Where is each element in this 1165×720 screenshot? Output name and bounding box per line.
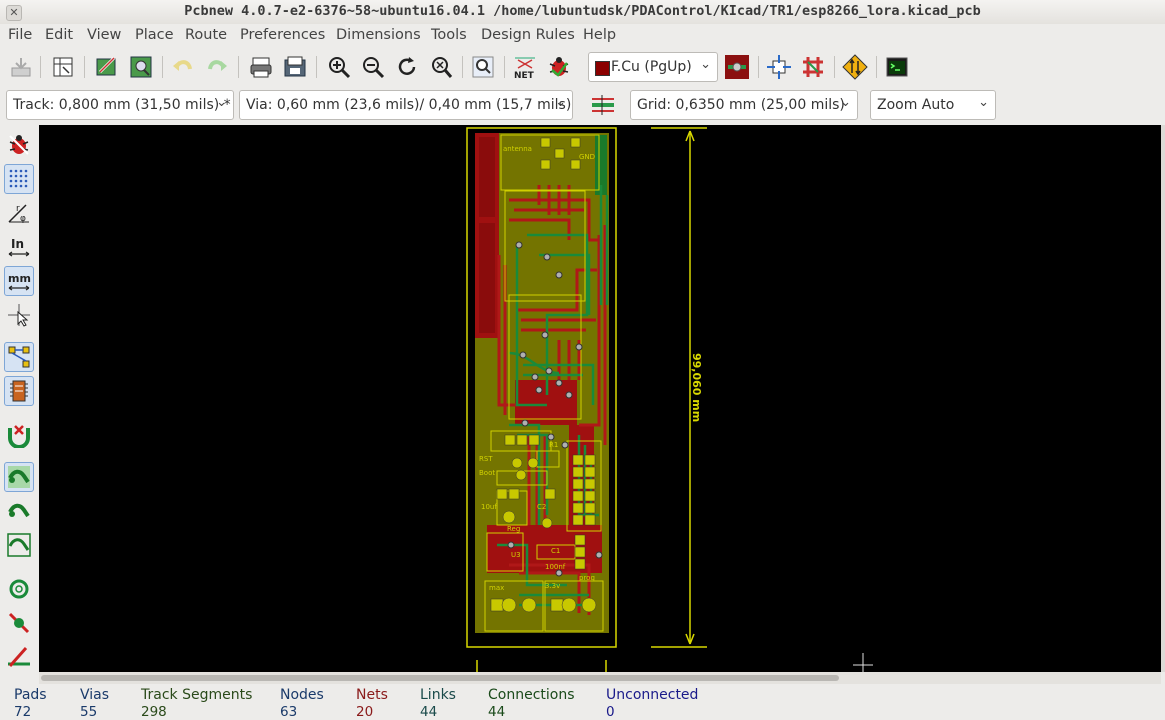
plot-icon[interactable] [280, 52, 310, 82]
pad-sketch-icon[interactable] [4, 574, 34, 604]
silk-c2: C2 [537, 503, 546, 511]
load-board-icon[interactable] [6, 52, 36, 82]
horizontal-scroll-thumb[interactable] [41, 675, 839, 681]
cursor-shape-icon[interactable] [4, 300, 34, 330]
print-icon[interactable] [246, 52, 276, 82]
svg-text:NET: NET [514, 71, 535, 80]
undo-icon[interactable] [168, 52, 198, 82]
silk-max: max [489, 584, 504, 592]
footprint-editor-icon[interactable] [92, 52, 122, 82]
redo-icon[interactable] [202, 52, 232, 82]
grid-select[interactable]: Grid: 0,6350 mm (25,00 mils) ⌄ [630, 90, 858, 120]
menu-help[interactable]: Help [583, 27, 616, 43]
track-width-select[interactable]: Track: 0,800 mm (31,50 mils) * ⌄ [6, 90, 234, 120]
chevron-down-icon: ⌄ [700, 57, 711, 72]
menu-view[interactable]: View [87, 27, 121, 43]
zoom-fit-icon[interactable] [426, 52, 456, 82]
left-toolbar: φr In mm [0, 124, 38, 672]
pcb-board-view: antenna GND R1 C2 C1 100nf 10uf U3 Reg 3… [466, 127, 873, 672]
silk-reg: Reg [507, 525, 520, 533]
find-icon[interactable] [468, 52, 498, 82]
vertical-scrollbar[interactable] [1161, 125, 1165, 672]
via-size-select[interactable]: Via: 0,60 mm (23,6 mils)/ 0,40 mm (15,7 … [239, 90, 573, 120]
zoom-select[interactable]: Zoom Auto ⌄ [870, 90, 996, 120]
via-sketch-icon[interactable] [4, 608, 34, 638]
silk-prog: prog [579, 574, 595, 582]
chevron-down-icon: ⌄ [216, 95, 227, 110]
crosshair-cursor [853, 653, 873, 672]
horizontal-scrollbar[interactable] [39, 672, 1161, 684]
zone-outline-icon[interactable] [4, 496, 34, 526]
svg-text:φ: φ [20, 214, 26, 224]
menu-place[interactable]: Place [135, 27, 174, 43]
silk-rst: RST [479, 455, 493, 463]
silk-antenna: antenna [503, 145, 532, 153]
units-mm-icon[interactable]: mm [4, 266, 34, 296]
status-bar: Pads 72 Vias 55 Track Segments 298 Nodes 63 … [0, 684, 1165, 720]
footprint-viewer-icon[interactable] [126, 52, 156, 82]
zone-fill-icon[interactable] [4, 462, 34, 492]
title-bar: ✕ Pcbnew 4.0.7-e2-6376~58~ubuntu16.04.1 … [0, 0, 1165, 25]
units-inch-icon[interactable]: In [4, 232, 34, 262]
chevron-down-icon: ⌄ [978, 95, 989, 110]
menu-preferences[interactable]: Preferences [240, 27, 325, 43]
silk-r1: R1 [549, 441, 558, 449]
svg-text:In: In [11, 237, 24, 251]
layer-select[interactable]: F.Cu (PgUp) ⌄ [588, 52, 718, 82]
status-connections: Connections 44 [488, 687, 575, 720]
silk-gnd: GND [579, 153, 595, 161]
mode-footprint-icon[interactable] [764, 52, 794, 82]
options-toolbar: Track: 0,800 mm (31,50 mils) * ⌄ Via: 0,… [0, 86, 1165, 124]
polar-coords-icon[interactable]: φr [4, 198, 34, 228]
layer-color-swatch [595, 61, 610, 76]
show-grid-icon[interactable] [4, 164, 34, 194]
status-nodes: Nodes 63 [280, 687, 324, 720]
page-settings-icon[interactable] [48, 52, 78, 82]
menu-dimensions[interactable]: Dimensions [336, 27, 421, 43]
menu-file[interactable]: File [8, 27, 32, 43]
status-vias: Vias 55 [80, 687, 110, 720]
track-sketch-icon[interactable] [4, 642, 34, 672]
redraw-icon[interactable] [392, 52, 422, 82]
svg-text:mm: mm [8, 272, 31, 285]
drc-icon[interactable] [544, 52, 574, 82]
netlist-icon[interactable]: NET [510, 52, 540, 82]
silk-3v3: 3.3v [545, 582, 560, 590]
dimension-label: 99,060 mm [690, 353, 703, 422]
main-toolbar: NET F.Cu (PgUp) ⌄ [0, 48, 1165, 86]
silk-c1-value: 100nf [545, 563, 566, 571]
silk-10uf: 10uf [481, 503, 497, 511]
status-unconnected: Unconnected 0 [606, 687, 699, 720]
zone-sketch-icon[interactable] [4, 530, 34, 560]
drc-off-icon[interactable] [4, 130, 34, 160]
auto-delete-track-icon[interactable] [4, 420, 34, 450]
status-links: Links 44 [420, 687, 456, 720]
silk-u3: U3 [511, 551, 521, 559]
silk-c1: C1 [551, 547, 560, 555]
pcb-canvas[interactable]: antenna GND R1 C2 C1 100nf 10uf U3 Reg 3… [39, 125, 1161, 672]
menu-edit[interactable]: Edit [45, 27, 73, 43]
menu-design-rules[interactable]: Design Rules [481, 27, 575, 43]
chevron-down-icon: ⌄ [840, 95, 851, 110]
autorouter-icon[interactable] [840, 52, 870, 82]
menu-bar: File Edit View Place Route Preferences D… [0, 24, 1165, 48]
window-title: Pcbnew 4.0.7-e2-6376~58~ubuntu16.04.1 /h… [184, 3, 981, 19]
menu-route[interactable]: Route [185, 27, 227, 43]
menu-tools[interactable]: Tools [431, 27, 467, 43]
status-tracks: Track Segments 298 [141, 687, 253, 720]
status-nets: Nets 20 [356, 687, 388, 720]
auto-track-width-icon[interactable] [588, 90, 618, 120]
status-pads: Pads 72 [14, 687, 47, 720]
silk-boot: Boot [479, 469, 495, 477]
zoom-out-icon[interactable] [358, 52, 388, 82]
svg-text:r: r [16, 204, 20, 214]
layer-pair-icon[interactable] [722, 52, 752, 82]
module-ratsnest-icon[interactable] [4, 376, 34, 406]
chevron-down-icon: ⌄ [555, 95, 566, 110]
scripting-console-icon[interactable] [882, 52, 912, 82]
zoom-in-icon[interactable] [324, 52, 354, 82]
show-ratsnest-icon[interactable] [4, 342, 34, 372]
mode-track-icon[interactable] [798, 52, 828, 82]
